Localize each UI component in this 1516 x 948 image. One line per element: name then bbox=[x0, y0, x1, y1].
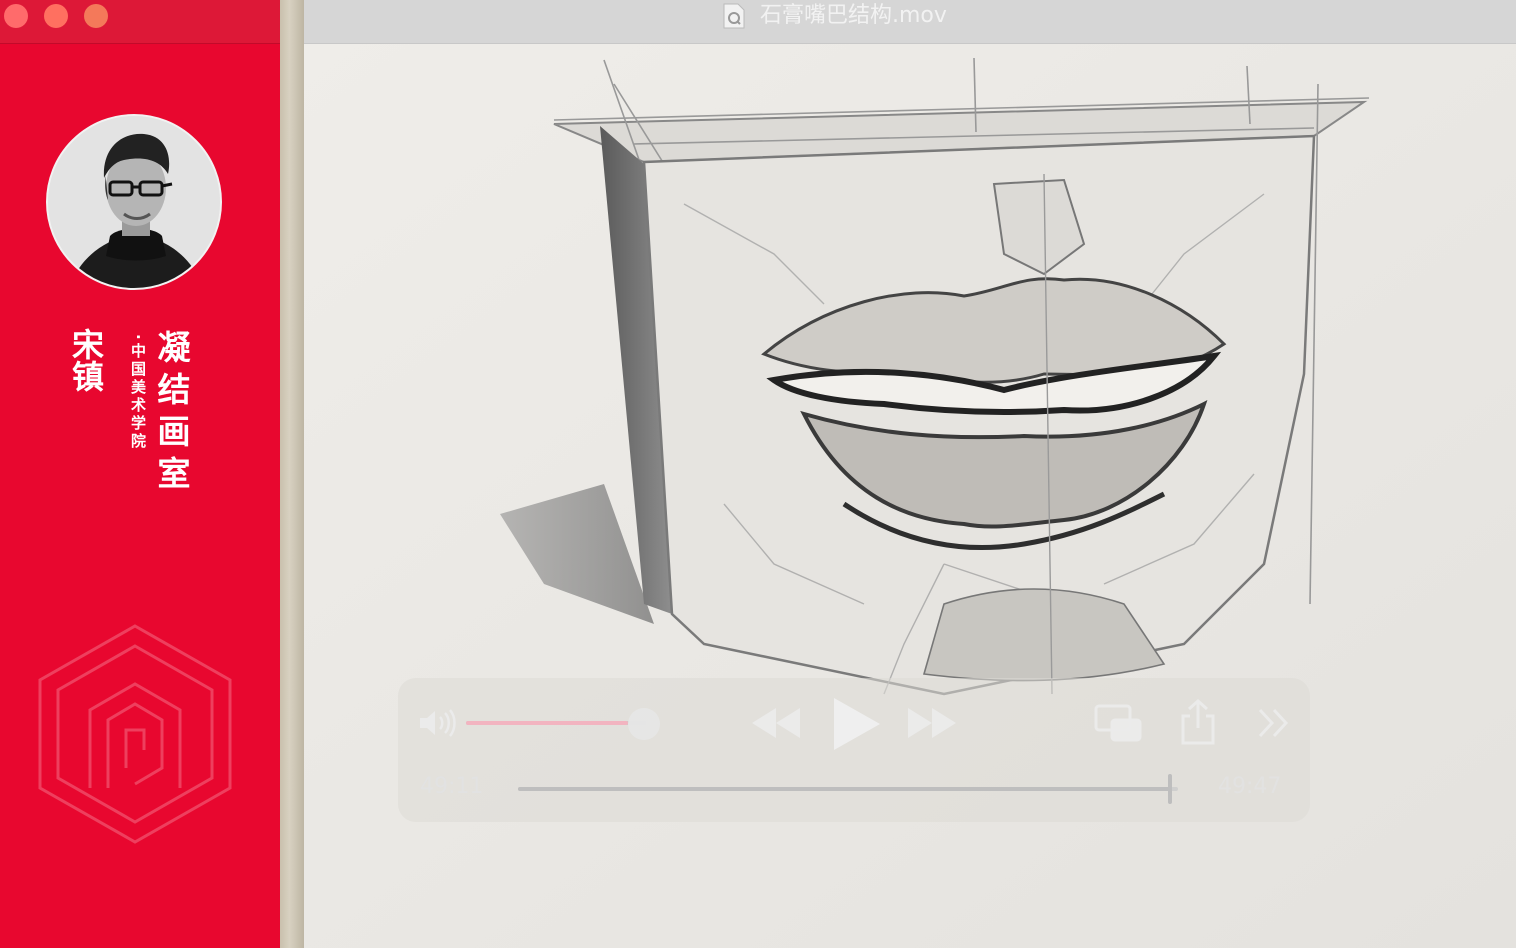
instructor-avatar bbox=[46, 114, 222, 290]
instructor-name: 宋镇 bbox=[67, 328, 105, 392]
rewind-icon[interactable] bbox=[750, 706, 802, 740]
picture-in-picture-icon[interactable] bbox=[1094, 704, 1142, 742]
volume-knob[interactable] bbox=[628, 708, 660, 740]
volume-slider[interactable] bbox=[466, 721, 646, 725]
timeline-scrubber[interactable] bbox=[518, 787, 1178, 791]
studio-name: 凝结画室 bbox=[152, 330, 191, 498]
minimize-button[interactable] bbox=[44, 4, 68, 28]
timeline-progress bbox=[518, 787, 1171, 791]
studio-hex-logo bbox=[30, 618, 240, 848]
volume-level bbox=[466, 721, 628, 725]
window-title: 石膏嘴巴结构.mov bbox=[760, 3, 947, 28]
elapsed-time: 49:11 bbox=[420, 774, 484, 799]
close-button[interactable] bbox=[4, 4, 28, 28]
quicktime-document-icon bbox=[722, 3, 746, 29]
video-title-bar[interactable]: 石膏嘴巴结构.mov bbox=[304, 0, 1516, 44]
brand-panel: 宋镇 ·中国美术学院 凝结画室 bbox=[0, 0, 280, 948]
timeline-playhead[interactable] bbox=[1168, 774, 1173, 804]
play-icon[interactable] bbox=[828, 696, 884, 752]
maximize-button[interactable] bbox=[84, 4, 108, 28]
more-icon[interactable] bbox=[1256, 706, 1292, 740]
brand-title-bar bbox=[0, 0, 280, 44]
frame-divider bbox=[280, 0, 304, 948]
school-name: ·中国美术学院 bbox=[129, 334, 147, 451]
volume-icon[interactable] bbox=[418, 708, 458, 738]
fast-forward-icon[interactable] bbox=[906, 706, 958, 740]
playback-controls[interactable]: 49:11 49:47 bbox=[398, 678, 1310, 822]
total-time: 49:47 bbox=[1218, 774, 1282, 799]
share-icon[interactable] bbox=[1180, 698, 1216, 746]
video-frame[interactable]: 49:11 49:47 bbox=[304, 44, 1516, 948]
